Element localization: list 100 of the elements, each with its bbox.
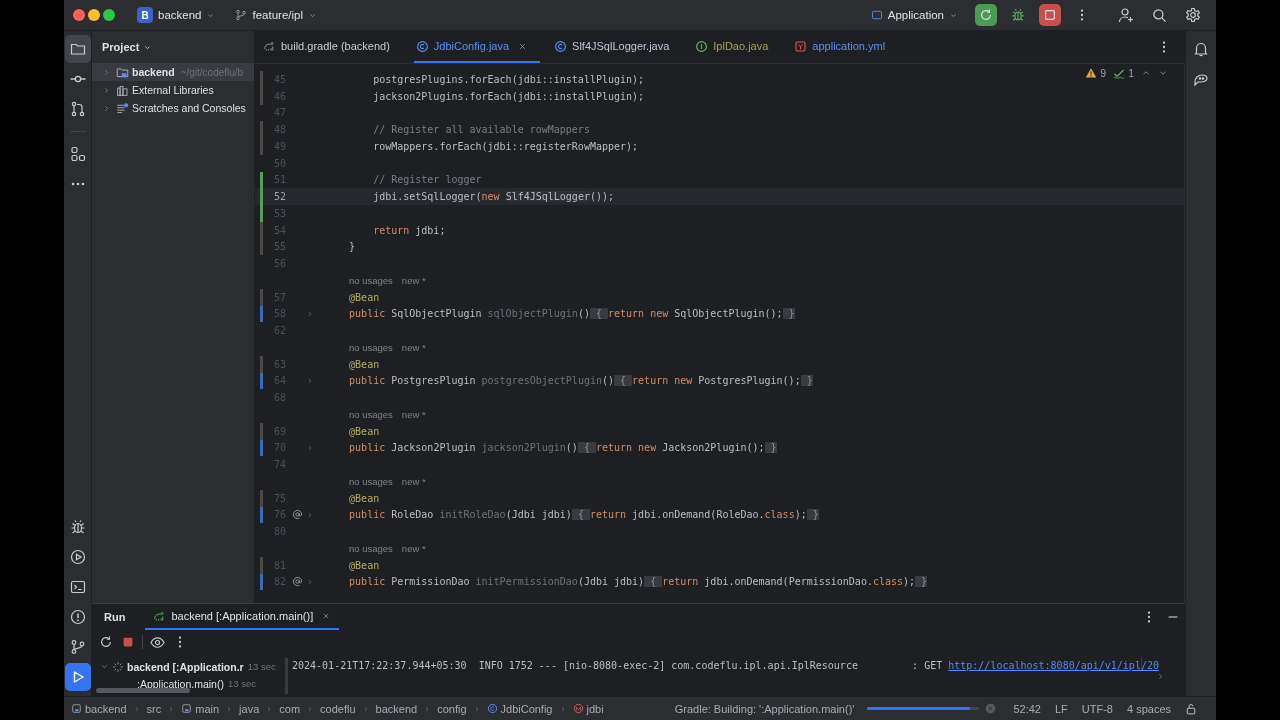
lock-icon[interactable] bbox=[1185, 702, 1197, 715]
maximize-window-button[interactable] bbox=[103, 9, 115, 21]
injection-icon[interactable] bbox=[292, 509, 303, 521]
project-switcher[interactable]: B backend bbox=[131, 4, 222, 26]
breadcrumb[interactable]: java bbox=[236, 702, 263, 715]
branch-icon bbox=[69, 639, 86, 655]
change-marker[interactable] bbox=[260, 355, 263, 373]
editor-tab[interactable]: build.gradle (backend) bbox=[261, 31, 402, 63]
run-tree-item[interactable]: :Application.main() 13 sec bbox=[92, 675, 256, 692]
breadcrumb[interactable]: backend bbox=[372, 702, 421, 715]
change-marker[interactable] bbox=[260, 489, 263, 507]
change-marker[interactable] bbox=[260, 439, 263, 457]
run-configuration-selector[interactable]: Application bbox=[864, 6, 964, 24]
console-link[interactable]: http://localhost:8080/api/v1/ipl/20 bbox=[948, 660, 1159, 671]
rerun-icon[interactable] bbox=[99, 635, 113, 649]
minimize-window-button[interactable] bbox=[88, 9, 100, 21]
breadcrumb[interactable]: main bbox=[178, 702, 223, 715]
change-marker[interactable] bbox=[260, 205, 263, 222]
add-user-icon[interactable] bbox=[1118, 7, 1134, 23]
run-tab[interactable]: backend [:Application.main()] bbox=[145, 604, 340, 630]
breadcrumb[interactable]: backend bbox=[68, 702, 130, 715]
stop-icon bbox=[1043, 8, 1057, 22]
breadcrumb[interactable]: codeflu bbox=[317, 702, 359, 715]
change-marker[interactable] bbox=[260, 288, 263, 306]
libraries-icon bbox=[116, 83, 129, 97]
assistant-icon bbox=[1193, 71, 1209, 87]
code-line: @Bean bbox=[348, 492, 380, 504]
warning-icon bbox=[1085, 67, 1098, 79]
breadcrumb[interactable]: config bbox=[434, 702, 470, 715]
tree-item[interactable]: backend ~/git/codeflu/b bbox=[92, 63, 254, 81]
warnings-indicator[interactable]: 9 bbox=[1085, 67, 1107, 79]
change-marker[interactable] bbox=[260, 121, 263, 138]
usages-hint[interactable]: no usages bbox=[349, 542, 393, 554]
editor-tab[interactable]: application.yml bbox=[792, 31, 898, 63]
typos-indicator[interactable]: 1 bbox=[1113, 67, 1134, 79]
stop-icon[interactable] bbox=[121, 635, 135, 649]
change-marker[interactable] bbox=[260, 305, 263, 323]
editor-tab[interactable]: Slf4JSqlLogger.java bbox=[552, 31, 682, 63]
change-marker[interactable] bbox=[260, 238, 263, 256]
author-hint[interactable]: new * bbox=[401, 542, 426, 554]
tree-item[interactable]: External Libraries bbox=[92, 81, 254, 99]
project-tool-button[interactable] bbox=[64, 35, 91, 63]
editor-tab[interactable]: IplDao.java bbox=[693, 31, 781, 63]
stop-button[interactable] bbox=[1039, 4, 1061, 26]
line-number: 52 bbox=[272, 191, 286, 203]
change-marker[interactable] bbox=[260, 171, 263, 189]
usages-hint[interactable]: no usages bbox=[349, 408, 393, 420]
change-marker[interactable] bbox=[260, 556, 263, 574]
breadcrumb[interactable]: src bbox=[143, 702, 165, 715]
change-marker[interactable] bbox=[260, 138, 263, 155]
close-window-button[interactable] bbox=[73, 9, 85, 21]
breadcrumb[interactable]: com bbox=[276, 702, 304, 715]
rerun-button[interactable] bbox=[975, 4, 997, 26]
check-icon bbox=[1113, 67, 1126, 79]
interface-icon bbox=[695, 39, 709, 53]
change-marker[interactable] bbox=[260, 372, 263, 390]
services-icon bbox=[69, 549, 86, 565]
breadcrumb[interactable]: jdbi bbox=[569, 702, 607, 715]
rerun-icon bbox=[979, 8, 993, 22]
change-marker[interactable] bbox=[260, 506, 263, 524]
branch-switcher[interactable]: feature/ipl bbox=[229, 6, 323, 24]
tree-item[interactable]: Scratches and Consoles bbox=[92, 99, 254, 117]
change-marker[interactable] bbox=[260, 573, 263, 591]
author-hint[interactable]: new * bbox=[401, 408, 426, 420]
indent-setting[interactable]: 4 spaces bbox=[1126, 702, 1171, 715]
author-hint[interactable]: new * bbox=[401, 341, 426, 353]
change-marker[interactable] bbox=[260, 221, 263, 239]
change-marker[interactable] bbox=[260, 71, 263, 88]
settings-icon[interactable] bbox=[1185, 7, 1201, 23]
module-folder-icon bbox=[116, 65, 129, 79]
chevron-icon[interactable] bbox=[100, 662, 109, 671]
expand-icon[interactable] bbox=[1156, 672, 1165, 681]
eye-icon[interactable] bbox=[150, 634, 165, 650]
run-tool-button[interactable] bbox=[64, 663, 91, 691]
yaml-icon bbox=[794, 39, 808, 53]
caret-position[interactable]: 52:42 bbox=[1013, 702, 1041, 715]
run-tree-item[interactable]: backend [:Application.r 13 sec bbox=[92, 658, 276, 675]
author-hint[interactable]: new * bbox=[401, 475, 426, 487]
file-encoding[interactable]: UTF-8 bbox=[1081, 702, 1113, 715]
usages-hint[interactable]: no usages bbox=[349, 274, 393, 286]
code-line: } bbox=[348, 241, 356, 253]
module-icon bbox=[71, 703, 82, 714]
background-task[interactable]: Gradle: Building: ':Application.main()' bbox=[674, 702, 855, 715]
code-line: postgresPlugins.forEach(jdbi::installPlugin); bbox=[372, 73, 645, 85]
panel-title: Run bbox=[104, 611, 126, 623]
change-marker[interactable] bbox=[260, 188, 263, 205]
breadcrumb[interactable]: JdbiConfig bbox=[483, 702, 556, 715]
code-line: public PermissionDao initPermissionDao(Jdbi jdbi) { return jdbi.onDemand(PermissionDao.class); } bbox=[348, 576, 928, 588]
injection-icon[interactable] bbox=[292, 576, 303, 588]
author-hint[interactable]: new * bbox=[401, 274, 426, 286]
usages-hint[interactable]: no usages bbox=[349, 341, 393, 353]
search-icon[interactable] bbox=[1152, 7, 1167, 23]
usages-hint[interactable]: no usages bbox=[349, 475, 393, 487]
editor-tab[interactable]: JdbiConfig.java bbox=[413, 31, 541, 63]
code-line: public SqlObjectPlugin sqlObjectPlugin() { return new SqlObjectPlugin(); } bbox=[348, 308, 795, 320]
change-marker[interactable] bbox=[260, 87, 263, 105]
code-line: jackson2Plugins.forEach(jdbi::installPlugin); bbox=[372, 90, 645, 102]
project-view-selector[interactable]: Project bbox=[102, 41, 153, 53]
line-separator[interactable]: LF bbox=[1054, 702, 1068, 715]
change-marker[interactable] bbox=[260, 422, 263, 440]
